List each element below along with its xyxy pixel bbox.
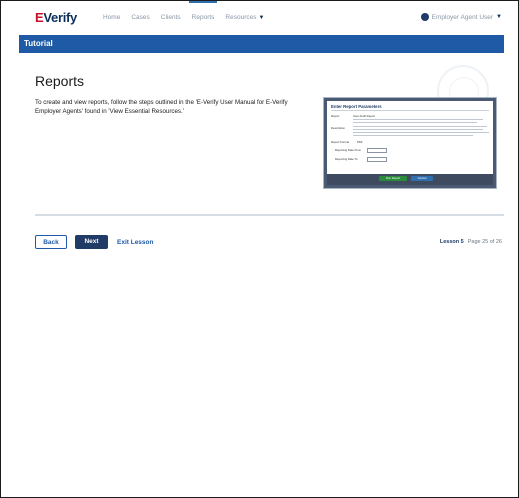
screenshot-panel: Enter Report Parameters Report User Audi… [327,101,493,185]
nav-reports[interactable]: Reports [188,1,218,21]
screenshot-report-value: User Audit Report [353,114,376,118]
screenshot-date-from-input [367,148,387,153]
back-button[interactable]: Back [35,235,67,249]
everify-logo[interactable]: EVerify [35,10,77,25]
next-button[interactable]: Next [75,235,108,249]
screenshot-text-line [353,132,489,133]
lesson-number: Lesson 5 [439,239,464,245]
user-name: Employer Agent User [431,13,494,21]
app-frame: EVerify Home Cases Clients Reports Resou… [0,0,519,498]
nav-cases[interactable]: Cases [131,14,149,21]
screenshot-divider [331,110,489,111]
top-navigation-bar: EVerify Home Cases Clients Reports Resou… [1,1,518,35]
screenshot-text-line [353,129,483,130]
content-divider [35,214,504,216]
chevron-down-icon: ▼ [496,14,502,20]
screenshot-description-label: Description [331,126,345,130]
nav-home[interactable]: Home [103,14,120,21]
nav-resources-label: Resources [225,14,257,21]
user-menu[interactable]: Employer Agent User ▼ [420,13,502,21]
chevron-down-icon: ▼ [258,15,265,21]
screenshot-button-bar [327,174,493,185]
screenshot-date-from-label: Reporting Date From [335,148,362,152]
exit-lesson-link[interactable]: Exit Lesson [117,239,153,246]
report-parameters-screenshot: Enter Report Parameters Report User Audi… [324,98,496,188]
screenshot-date-to-input [367,157,387,162]
logo-text: Verify [43,10,77,25]
nav-clients[interactable]: Clients [161,14,181,21]
screenshot-format-label: Report Format [331,140,350,144]
screenshot-title: Enter Report Parameters [331,104,382,109]
user-avatar-icon [420,13,429,21]
screenshot-text-line [353,126,487,127]
tutorial-label: Tutorial [24,39,53,48]
screenshot-date-to-label: Reporting Date To [335,157,358,161]
page-counter: Page 25 of 26 [467,239,502,245]
screenshot-report-label: Report [331,114,340,118]
screenshot-text-line [353,135,473,136]
intro-text: To create and view reports, follow the s… [35,99,288,115]
page-title: Reports [35,73,85,89]
tutorial-banner: Tutorial [19,35,504,53]
screenshot-cancel-button: Cancel [411,176,433,181]
screenshot-text-line [353,122,477,123]
screenshot-text-line [353,119,483,120]
main-nav: Home Cases Clients Reports Resources ▼ [103,1,264,21]
screenshot-format-value: PDF [357,140,363,144]
screenshot-run-report-button: Run Report [379,176,407,181]
nav-resources[interactable]: Resources ▼ [225,14,264,21]
lesson-progress: Lesson 5 Page 25 of 26 [440,239,502,245]
